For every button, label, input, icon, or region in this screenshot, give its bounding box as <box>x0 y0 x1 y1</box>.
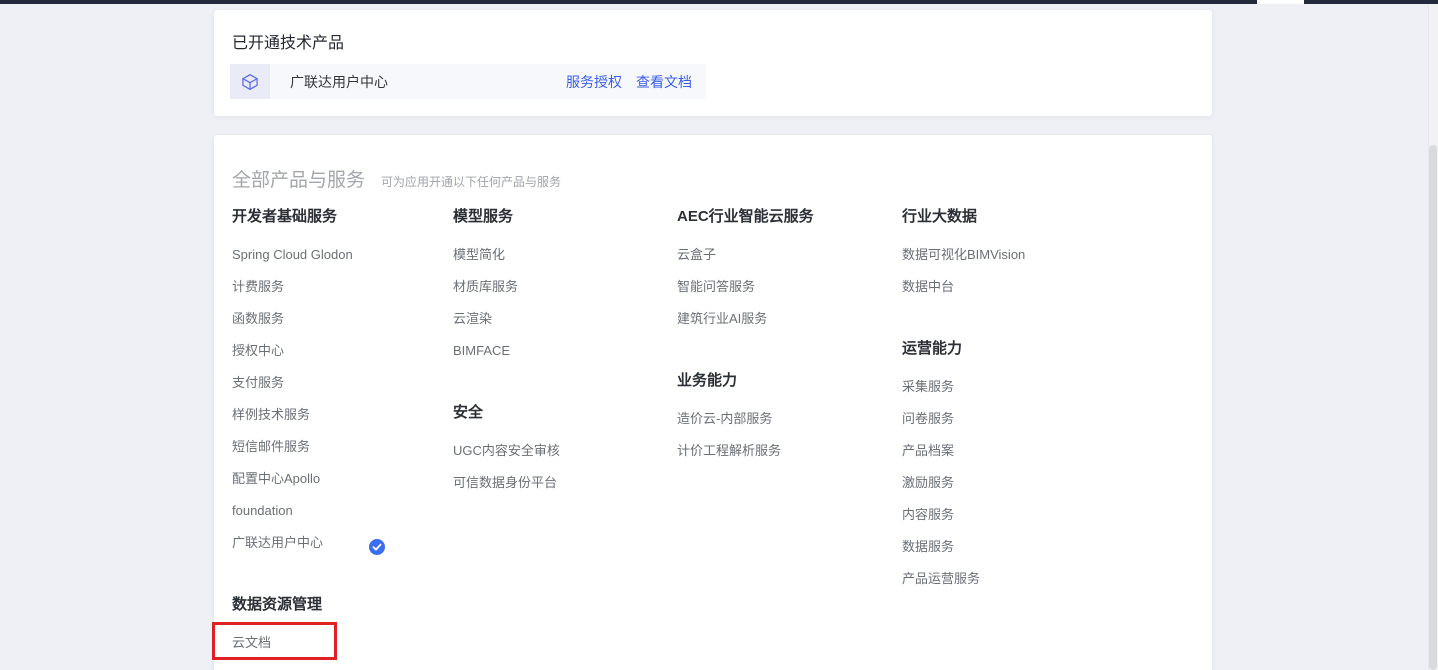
product-item[interactable]: 建筑行业AI服务 <box>677 303 902 335</box>
product-item[interactable]: 授权中心 <box>232 335 453 367</box>
product-item-label: 云盒子 <box>677 247 716 262</box>
section-heading: 安全 <box>453 403 677 423</box>
product-item-label: 材质库服务 <box>453 279 518 294</box>
product-item[interactable]: 可信数据身份平台 <box>453 467 677 499</box>
product-item-label: 数据中台 <box>902 279 954 294</box>
product-item[interactable]: 云文档 <box>232 627 453 659</box>
catalog-header: 全部产品与服务 可为应用开通以下任何产品与服务 <box>232 165 561 192</box>
product-item-label: foundation <box>232 503 293 518</box>
catalog-section: 模型服务模型简化材质库服务云渲染 BIMFACE <box>453 207 677 367</box>
product-item-label: 支付服务 <box>232 375 284 390</box>
product-item-label: 计费服务 <box>232 279 284 294</box>
product-item[interactable]: 智能问答服务 <box>677 271 902 303</box>
product-item-label: 产品档案 <box>902 443 954 458</box>
section-heading: 业务能力 <box>677 371 902 391</box>
product-item[interactable]: 数据中台 <box>902 271 1192 303</box>
activated-product-row[interactable]: 广联达用户中心 服务授权 查看文档 <box>230 64 706 99</box>
product-item-label: 云渲染 <box>453 311 492 326</box>
product-item[interactable]: 数据可视化BIMVision <box>902 239 1192 271</box>
all-products-card: 全部产品与服务 可为应用开通以下任何产品与服务 开发者基础服务 Spring Cl… <box>213 134 1213 670</box>
product-item[interactable]: 函数服务 <box>232 303 453 335</box>
scrollbar-thumb[interactable] <box>1429 145 1437 670</box>
cube-icon <box>240 72 260 92</box>
catalog-section: 运营能力采集服务问卷服务产品档案激励服务内容服务数据服务产品运营服务 <box>902 339 1192 595</box>
section-heading: 模型服务 <box>453 207 677 227</box>
check-icon <box>369 535 385 551</box>
product-item[interactable]: 配置中心Apollo <box>232 463 453 495</box>
product-item-label: UGC内容安全审核 <box>453 443 560 458</box>
catalog-section: 安全 UGC内容安全审核可信数据身份平台 <box>453 403 677 499</box>
topbar-white-segment <box>1257 0 1304 4</box>
product-item[interactable]: 材质库服务 <box>453 271 677 303</box>
product-item-label: 内容服务 <box>902 507 954 522</box>
product-item-label: 造价云-内部服务 <box>677 411 772 426</box>
product-item-label: 可信数据身份平台 <box>453 475 557 490</box>
product-item-label: 样例技术服务 <box>232 407 310 422</box>
product-item-label: 数据服务 <box>902 539 954 554</box>
section-heading: 运营能力 <box>902 339 1192 359</box>
product-item-label: 数据可视化BIMVision <box>902 247 1025 262</box>
product-item[interactable]: 短信邮件服务 <box>232 431 453 463</box>
product-item-label: 采集服务 <box>902 379 954 394</box>
product-item[interactable]: 产品运营服务 <box>902 563 1192 595</box>
section-heading: 开发者基础服务 <box>232 207 453 227</box>
view-docs-link[interactable]: 查看文档 <box>636 72 692 92</box>
product-item-label: Spring Cloud Glodon <box>232 247 353 262</box>
product-item[interactable]: Spring Cloud Glodon <box>232 239 453 271</box>
product-item-label: 产品运营服务 <box>902 571 980 586</box>
catalog-section: 数据资源管理云文档 <box>232 595 453 659</box>
catalog-column: AEC行业智能云服务云盒子智能问答服务建筑行业AI服务业务能力造价云-内部服务计… <box>677 207 902 659</box>
catalog-section: 开发者基础服务 Spring Cloud Glodon 计费服务函数服务授权中心支付… <box>232 207 453 559</box>
product-item-label: 问卷服务 <box>902 411 954 426</box>
catalog-section: 业务能力造价云-内部服务计价工程解析服务 <box>677 371 902 467</box>
product-item-label: 智能问答服务 <box>677 279 755 294</box>
product-item-label: BIMFACE <box>453 343 510 358</box>
product-icon-tile <box>230 64 270 99</box>
product-item-label: 短信邮件服务 <box>232 439 310 454</box>
product-item[interactable]: 采集服务 <box>902 371 1192 403</box>
top-navigation-bar <box>0 0 1438 4</box>
catalog-column: 模型服务模型简化材质库服务云渲染 BIMFACE 安全 UGC内容安全审核可信数据身份… <box>453 207 677 659</box>
product-item-label: 云文档 <box>232 635 271 650</box>
product-item-label: 建筑行业AI服务 <box>677 311 767 326</box>
product-item-label: 函数服务 <box>232 311 284 326</box>
product-item[interactable]: foundation <box>232 495 453 527</box>
activated-products-card: 已开通技术产品 广联达用户中心 服务授权 查看文档 <box>213 9 1213 117</box>
section-heading: 数据资源管理 <box>232 595 453 615</box>
catalog-section: AEC行业智能云服务云盒子智能问答服务建筑行业AI服务 <box>677 207 902 335</box>
product-item[interactable]: 造价云-内部服务 <box>677 403 902 435</box>
catalog-column: 行业大数据数据可视化BIMVision 数据中台运营能力采集服务问卷服务产品档案激… <box>902 207 1192 659</box>
product-item[interactable]: 产品档案 <box>902 435 1192 467</box>
product-item[interactable]: 数据服务 <box>902 531 1192 563</box>
product-item-label: 计价工程解析服务 <box>677 443 781 458</box>
product-item[interactable]: 样例技术服务 <box>232 399 453 431</box>
product-item[interactable]: BIMFACE <box>453 335 677 367</box>
product-item[interactable]: 内容服务 <box>902 499 1192 531</box>
section-heading: 行业大数据 <box>902 207 1192 227</box>
product-item-label: 授权中心 <box>232 343 284 358</box>
catalog-section: 行业大数据数据可视化BIMVision 数据中台 <box>902 207 1192 303</box>
product-item[interactable]: 云渲染 <box>453 303 677 335</box>
product-item-label: 配置中心Apollo <box>232 471 320 486</box>
activated-product-name: 广联达用户中心 <box>290 72 388 92</box>
product-item[interactable]: UGC内容安全审核 <box>453 435 677 467</box>
catalog-column: 开发者基础服务 Spring Cloud Glodon 计费服务函数服务授权中心支付… <box>232 207 453 659</box>
catalog-columns: 开发者基础服务 Spring Cloud Glodon 计费服务函数服务授权中心支付… <box>232 207 1194 659</box>
product-item[interactable]: 问卷服务 <box>902 403 1192 435</box>
activated-products-title: 已开通技术产品 <box>232 29 344 53</box>
product-item[interactable]: 模型简化 <box>453 239 677 271</box>
product-item-label: 广联达用户中心 <box>232 535 323 550</box>
section-heading: AEC行业智能云服务 <box>677 207 902 227</box>
product-item[interactable]: 广联达用户中心 <box>232 527 453 559</box>
product-item[interactable]: 云盒子 <box>677 239 902 271</box>
product-item[interactable]: 计价工程解析服务 <box>677 435 902 467</box>
product-item[interactable]: 支付服务 <box>232 367 453 399</box>
product-item-label: 模型简化 <box>453 247 505 262</box>
service-authorization-link[interactable]: 服务授权 <box>566 72 622 92</box>
catalog-title: 全部产品与服务 <box>232 165 365 192</box>
product-item[interactable]: 激励服务 <box>902 467 1192 499</box>
catalog-subtitle: 可为应用开通以下任何产品与服务 <box>381 173 561 190</box>
product-item-label: 激励服务 <box>902 475 954 490</box>
product-item[interactable]: 计费服务 <box>232 271 453 303</box>
